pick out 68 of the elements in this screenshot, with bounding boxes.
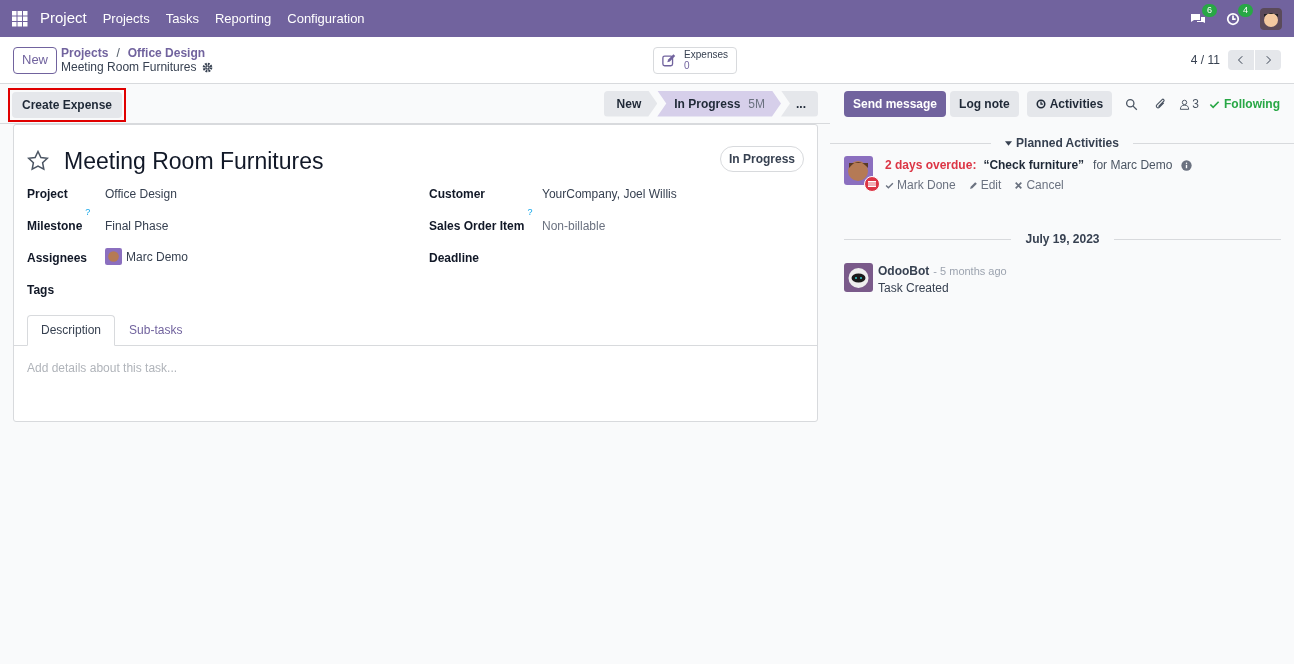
check-icon	[885, 180, 894, 190]
close-icon	[1014, 180, 1024, 190]
tab[interactable]: Description	[27, 314, 116, 346]
field-label: Tags	[27, 281, 55, 299]
field-value: Office Design	[105, 185, 177, 203]
field-label: Milestone	[27, 217, 83, 235]
activity-action-link[interactable]: Cancel	[1014, 176, 1064, 194]
person-icon	[1179, 98, 1191, 110]
edit-icon	[662, 51, 677, 69]
badge: 6	[1202, 3, 1217, 17]
badge: 4	[1238, 3, 1253, 17]
app-name[interactable]: Project	[40, 7, 87, 30]
record-title: Meeting Room Furnitures	[64, 147, 325, 176]
activity-action-link[interactable]: Edit	[968, 176, 1002, 194]
following-button[interactable]: Following	[1209, 95, 1280, 113]
pencil-icon	[968, 180, 978, 190]
clock-icon	[1035, 99, 1046, 109]
menu-item[interactable]: Projects	[102, 8, 150, 29]
paperclip-icon[interactable]	[1154, 97, 1168, 111]
new-button[interactable]: New	[13, 46, 57, 74]
expenses-smart-button[interactable]: Expenses 0	[653, 46, 737, 74]
menu-item[interactable]: Tasks	[165, 8, 199, 29]
stage-button[interactable]: New	[603, 90, 658, 117]
field-label: Deadline	[429, 249, 479, 267]
star-icon[interactable]	[27, 150, 49, 173]
field-label: Customer	[429, 185, 485, 203]
breadcrumb-link[interactable]: Office Design	[127, 46, 206, 60]
activity-assignee: for Marc Demo	[1093, 157, 1173, 174]
pager-value: 4 / 11	[1190, 52, 1220, 69]
followers-button[interactable]: 3	[1179, 95, 1199, 113]
menu-item[interactable]: Reporting	[214, 8, 272, 29]
record-name: Meeting Room Furnitures	[61, 60, 197, 74]
avatar-icon	[105, 248, 122, 265]
create-expense-button[interactable]: Create Expense	[12, 91, 123, 118]
field-label: Sales Order Item	[429, 217, 525, 235]
avatar-icon	[844, 156, 873, 185]
user-avatar-icon[interactable]	[1260, 7, 1282, 30]
breadcrumb-link[interactable]: Projects	[61, 46, 109, 60]
activity-summary: “Check furniture”	[983, 157, 1085, 174]
field-value: Final Phase	[105, 217, 169, 235]
field-label: Assignees	[27, 249, 88, 267]
apps-icon[interactable]	[12, 10, 28, 27]
caret-down-icon	[1005, 140, 1013, 146]
info-icon[interactable]	[1181, 159, 1193, 171]
planned-activities-toggle[interactable]: Planned Activities	[991, 134, 1133, 152]
field-value: YourCompany, Joel Willis	[542, 185, 677, 203]
clock-icon[interactable]	[1226, 11, 1240, 26]
overdue-label: 2 days overdue:	[885, 157, 977, 174]
menu-item[interactable]: Configuration	[287, 8, 365, 29]
robot-avatar-icon	[844, 263, 873, 292]
field-label: Project	[27, 185, 68, 203]
search-icon[interactable]	[1125, 97, 1139, 111]
message-body: Task Created	[878, 280, 950, 297]
chat-icon[interactable]	[1190, 11, 1206, 26]
breadcrumb-separator: /	[116, 46, 120, 60]
chatter-button[interactable]: Log note	[950, 91, 1019, 117]
overdue-calendar-icon	[864, 176, 880, 192]
chatter-button[interactable]: Send message	[844, 91, 947, 117]
chatter-button[interactable]: Activities	[1026, 91, 1113, 117]
activity-action-link[interactable]: Mark Done	[885, 176, 956, 194]
assignee-name: Marc Demo	[126, 248, 188, 266]
date-separator: July 19, 2023	[1024, 231, 1101, 248]
stage-button[interactable]: ...	[781, 90, 818, 117]
message-time: - 5 months ago	[933, 264, 1007, 279]
stage-button[interactable]: In Progress 5M	[657, 90, 781, 117]
message-author[interactable]: OdooBot	[878, 263, 930, 280]
tab[interactable]: Sub-tasks	[115, 314, 197, 346]
field-value: Non-billable	[542, 217, 606, 235]
